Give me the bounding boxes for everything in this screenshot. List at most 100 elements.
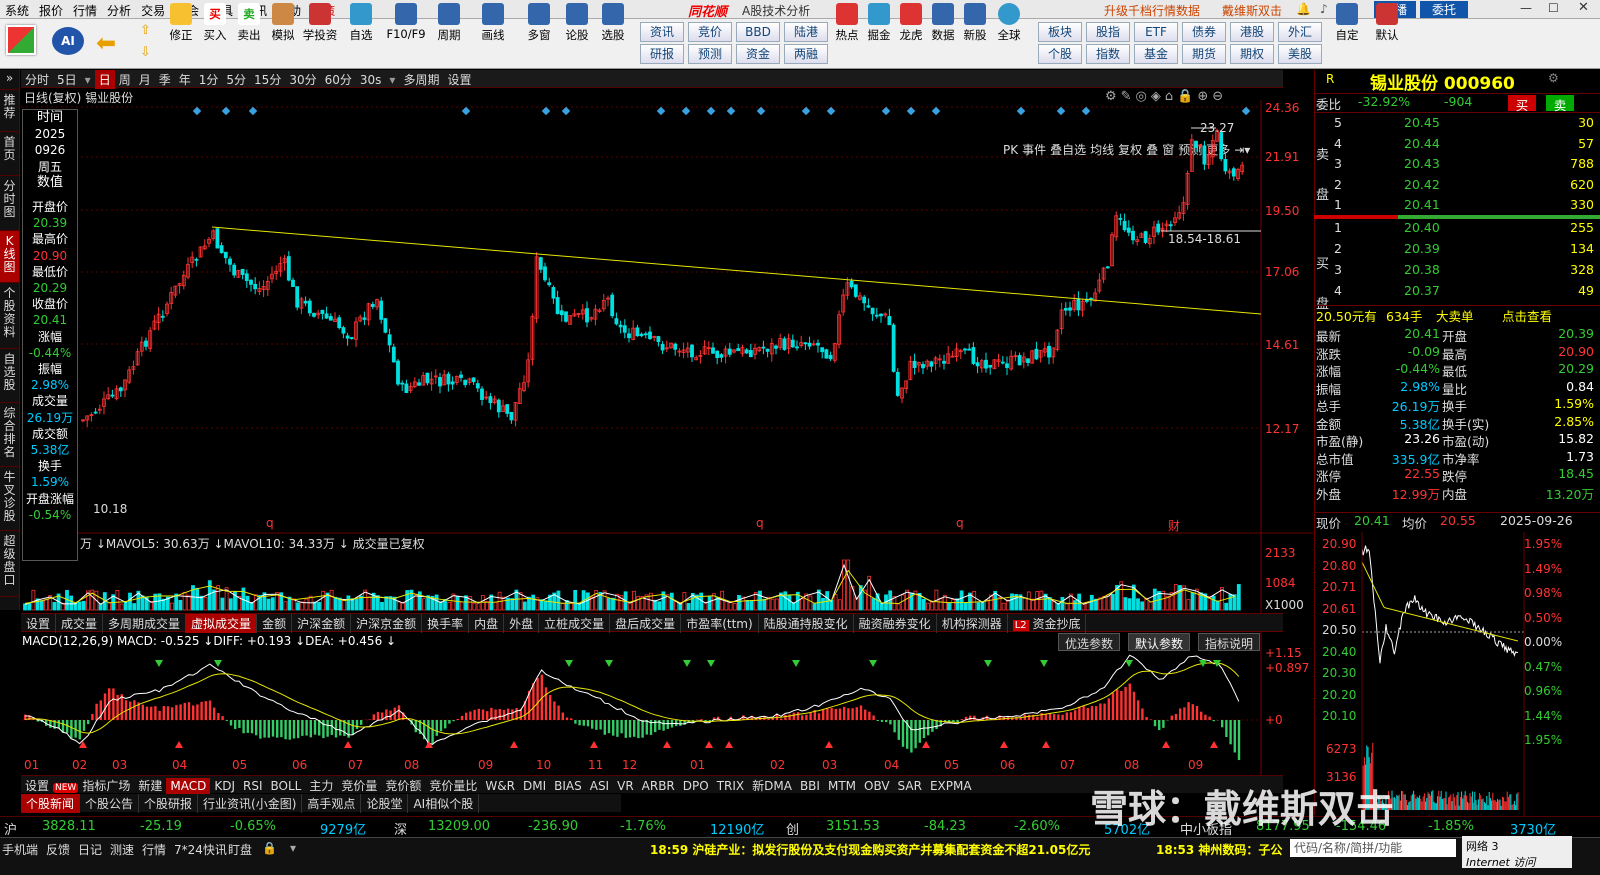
tab-volume[interactable]: 成交量 xyxy=(56,614,104,633)
tool-f10[interactable]: F10/F9 xyxy=(385,3,427,41)
grid-bond[interactable]: 债券 xyxy=(1182,22,1226,42)
entrust-button[interactable]: 委托 xyxy=(1420,1,1468,18)
nav-diagnose[interactable]: 牛叉诊股 xyxy=(0,467,19,531)
status-mobile[interactable]: 手机端 xyxy=(2,841,38,858)
tab-virtual-volume[interactable]: 虚拟成交量 xyxy=(186,614,258,633)
maximize-icon[interactable]: ☐ xyxy=(1548,1,1559,15)
ind-plaza[interactable]: 指标广场 xyxy=(78,776,134,795)
period-15min[interactable]: 15分 xyxy=(250,70,285,89)
chevron-down-icon[interactable]: ▾ xyxy=(290,841,296,855)
ask-row[interactable]: 2 20.42 620 xyxy=(1314,177,1600,197)
period-30s[interactable]: 30s xyxy=(356,72,386,88)
ind-kdj[interactable]: KDJ xyxy=(210,778,239,794)
tool-dig[interactable]: 掘金 xyxy=(862,3,896,43)
sh-value[interactable]: 3828.11 xyxy=(42,819,96,834)
period-5min[interactable]: 5分 xyxy=(222,70,250,89)
ind-bias[interactable]: BIAS xyxy=(550,778,586,794)
menu-system[interactable]: 系统 xyxy=(0,0,34,19)
tab-after-hours[interactable]: 盘后成交量 xyxy=(610,614,682,633)
tool-default[interactable]: 默认 xyxy=(1370,3,1404,43)
period-week[interactable]: 周 xyxy=(115,70,135,89)
sell-button[interactable]: 卖 xyxy=(1546,95,1574,113)
ind-expma[interactable]: EXPMA xyxy=(926,778,976,794)
ind-arbr[interactable]: ARBR xyxy=(638,778,679,794)
nav-arrow-icon[interactable]: » xyxy=(0,70,19,90)
nav-super-orderbook[interactable]: 超级盘口 xyxy=(0,531,19,597)
tool-global[interactable]: 全球 xyxy=(992,3,1026,43)
ind-auction-amt[interactable]: 竞价额 xyxy=(381,776,425,795)
tool-forum[interactable]: 论股 xyxy=(560,3,594,43)
grid-sector[interactable]: 板块 xyxy=(1038,22,1082,42)
tab-pile-volume[interactable]: 立桩成交量 xyxy=(539,614,611,633)
ind-new-dma[interactable]: 新DMA xyxy=(748,776,796,795)
up-icon[interactable]: ⇧ xyxy=(140,23,151,38)
tab-hs-amount[interactable]: 沪深金额 xyxy=(292,614,352,633)
menu-analysis[interactable]: 分析 xyxy=(102,0,136,19)
news-tab-stock-news[interactable]: 个股新闻 xyxy=(21,794,81,813)
chevron-down-icon[interactable]: ▾ xyxy=(81,72,95,88)
lock-icon[interactable]: 🔒 xyxy=(262,841,277,855)
nav-home[interactable]: 首页 xyxy=(0,132,19,176)
period-timeline[interactable]: 分时 xyxy=(21,70,53,89)
tool-correct[interactable]: 修正 xyxy=(164,3,198,43)
ind-main-force[interactable]: 主力 xyxy=(305,776,337,795)
status-diary[interactable]: 日记 xyxy=(78,841,102,858)
tab-institution[interactable]: 机构探测器 xyxy=(937,614,1008,633)
grid-hk-connect[interactable]: 陆港 xyxy=(784,22,828,42)
bid-row[interactable]: 2 20.39 134 xyxy=(1314,241,1600,261)
ind-auction-vol[interactable]: 竞价量 xyxy=(337,776,381,795)
ind-rsi[interactable]: RSI xyxy=(239,778,267,794)
grid-index-futures[interactable]: 股指 xyxy=(1086,22,1130,42)
ind-bbi[interactable]: BBI xyxy=(796,778,824,794)
nav-recommend[interactable]: 推荐 xyxy=(0,90,19,132)
tool-sell[interactable]: 卖卖出 xyxy=(232,3,266,43)
tool-data[interactable]: 数据 xyxy=(926,3,960,43)
grid-index[interactable]: 指数 xyxy=(1086,44,1130,64)
ind-trix[interactable]: TRIX xyxy=(713,778,748,794)
tool-hot[interactable]: 热点 xyxy=(830,3,864,43)
tab-inner[interactable]: 内盘 xyxy=(469,614,505,633)
grid-reports[interactable]: 研报 xyxy=(640,44,684,64)
tool-ipo[interactable]: 新股 xyxy=(958,3,992,43)
news-tab-ai-similar[interactable]: AI相似个股 xyxy=(408,794,480,813)
status-quote[interactable]: 行情 xyxy=(142,841,166,858)
tool-buy[interactable]: 买买入 xyxy=(198,3,232,43)
news-tab-forum[interactable]: 论股堂 xyxy=(361,794,409,813)
tool-picker[interactable]: 选股 xyxy=(596,3,630,43)
nav-kline[interactable]: K线图 xyxy=(0,231,19,283)
grid-bbd[interactable]: BBD xyxy=(736,22,780,42)
tab-outer[interactable]: 外盘 xyxy=(504,614,540,633)
period-settings[interactable]: 设置 xyxy=(443,70,475,89)
menu-market[interactable]: 行情 xyxy=(68,0,102,19)
nav-timeline[interactable]: 分时图 xyxy=(0,176,19,231)
tool-watchlist[interactable]: 自选 xyxy=(344,3,378,43)
tab-turnover[interactable]: 换手率 xyxy=(422,614,470,633)
ind-mtm[interactable]: MTM xyxy=(824,778,860,794)
tab-connect-holding[interactable]: 陆股通持股变化 xyxy=(759,614,854,633)
tool-learn[interactable]: 学投资 xyxy=(300,3,340,43)
tool-period[interactable]: 周期 xyxy=(432,3,466,43)
ind-macd[interactable]: MACD xyxy=(166,778,211,794)
grid-us-stock[interactable]: 美股 xyxy=(1278,44,1322,64)
close-icon[interactable]: ✕ xyxy=(1578,0,1589,15)
period-quarter[interactable]: 季 xyxy=(155,70,175,89)
ind-obv[interactable]: OBV xyxy=(860,778,894,794)
tool-custom[interactable]: 自定 xyxy=(1330,3,1364,43)
period-30min[interactable]: 30分 xyxy=(285,70,320,89)
home-grid-icon[interactable] xyxy=(6,25,36,55)
bid-row[interactable]: 3 20.38 328 xyxy=(1314,262,1600,282)
grid-auction[interactable]: 竞价 xyxy=(688,22,732,42)
minimize-icon[interactable]: — xyxy=(1520,1,1532,15)
default-params-button[interactable]: 默认参数 xyxy=(1128,633,1191,651)
grid-options[interactable]: 期权 xyxy=(1230,44,1274,64)
chevron-down-icon[interactable]: ▾ xyxy=(385,72,399,88)
tool-draw[interactable]: 画线 xyxy=(476,3,510,43)
settings-icon[interactable]: ⚙ xyxy=(1548,71,1559,85)
menu-quote[interactable]: 报价 xyxy=(34,0,68,19)
nav-ranking[interactable]: 综合排名 xyxy=(0,403,19,467)
ai-icon[interactable]: AI xyxy=(52,27,84,55)
tool-dragon[interactable]: 龙虎 xyxy=(894,3,928,43)
status-watch[interactable]: 盯盘 xyxy=(228,841,252,858)
back-arrow-icon[interactable]: ⬅ xyxy=(96,29,116,57)
ask-row[interactable]: 5 20.45 30 xyxy=(1314,115,1600,135)
